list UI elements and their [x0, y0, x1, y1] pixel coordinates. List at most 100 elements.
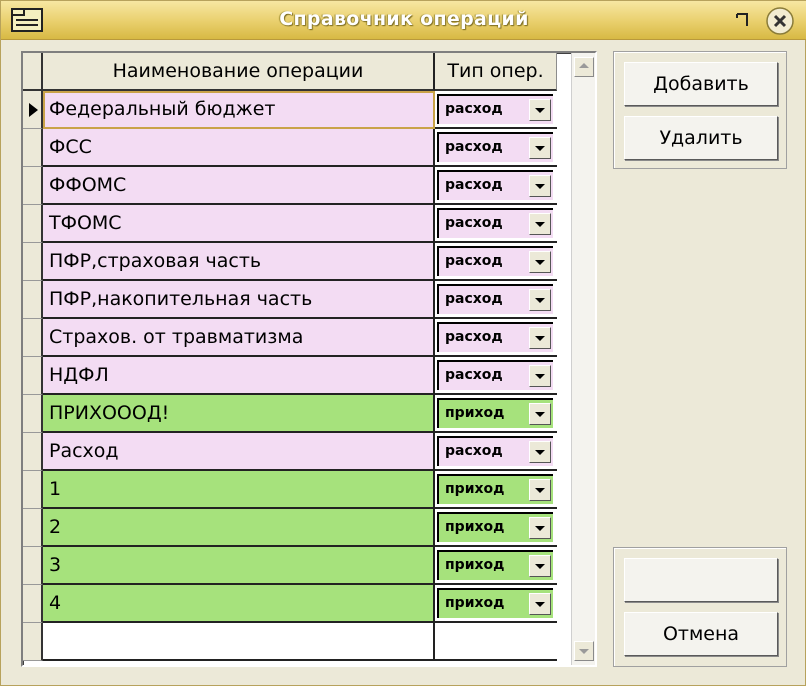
row-indicator[interactable] — [23, 547, 43, 585]
operation-type-cell: расход — [435, 167, 557, 205]
row-indicator[interactable] — [23, 471, 43, 509]
row-indicator[interactable] — [23, 91, 43, 129]
row-indicator[interactable] — [23, 623, 43, 661]
operation-type-cell: расход — [435, 319, 557, 357]
chevron-down-icon[interactable] — [529, 555, 551, 577]
operations-grid: Наименование операции Тип опер. Федераль… — [21, 51, 597, 667]
operation-name-cell[interactable]: Федеральный бюджет — [43, 91, 435, 129]
operation-type-cell: приход — [435, 547, 557, 585]
row-indicator[interactable] — [23, 243, 43, 281]
new-row-type-cell[interactable] — [435, 623, 557, 661]
operation-type-value: приход — [445, 557, 505, 573]
row-indicator[interactable] — [23, 319, 43, 357]
operation-type-cell: расход — [435, 205, 557, 243]
operation-type-cell: расход — [435, 357, 557, 395]
operation-type-cell: приход — [435, 471, 557, 509]
operation-type-value: расход — [445, 291, 503, 307]
save-button — [624, 558, 778, 602]
operation-type-select[interactable]: расход — [437, 170, 553, 200]
chevron-down-icon[interactable] — [529, 441, 551, 463]
chevron-down-icon[interactable] — [529, 175, 551, 197]
chevron-down-icon[interactable] — [529, 517, 551, 539]
operation-type-select[interactable]: приход — [437, 588, 553, 618]
operation-name-cell[interactable]: ПФР,накопительная часть — [43, 281, 435, 319]
operation-type-select[interactable]: расход — [437, 322, 553, 352]
row-indicator[interactable] — [23, 585, 43, 623]
operation-type-value: приход — [445, 481, 505, 497]
row-indicator[interactable] — [23, 281, 43, 319]
operation-type-cell: расход — [435, 129, 557, 167]
operation-name-cell[interactable]: ТФОМС — [43, 205, 435, 243]
row-indicator[interactable] — [23, 205, 43, 243]
grid-corner — [23, 53, 43, 91]
operation-type-value: приход — [445, 405, 505, 421]
row-indicator[interactable] — [23, 433, 43, 471]
operation-type-select[interactable]: расход — [437, 436, 553, 466]
operation-type-cell: расход — [435, 433, 557, 471]
scroll-up-button[interactable] — [574, 57, 594, 77]
chevron-down-icon[interactable] — [529, 479, 551, 501]
chevron-down-icon[interactable] — [529, 365, 551, 387]
operation-name-cell[interactable]: ФФОМС — [43, 167, 435, 205]
operation-type-cell: расход — [435, 281, 557, 319]
chevron-down-icon[interactable] — [529, 99, 551, 121]
operation-type-select[interactable]: приход — [437, 550, 553, 580]
operation-type-value: расход — [445, 329, 503, 345]
operation-type-cell: приход — [435, 395, 557, 433]
operation-type-select[interactable]: расход — [437, 132, 553, 162]
operation-type-select[interactable]: расход — [437, 360, 553, 390]
row-indicator[interactable] — [23, 167, 43, 205]
operation-type-value: расход — [445, 367, 503, 383]
operation-name-cell[interactable]: НДФЛ — [43, 357, 435, 395]
chevron-down-icon[interactable] — [529, 403, 551, 425]
operation-type-select[interactable]: расход — [437, 284, 553, 314]
add-button[interactable]: Добавить — [624, 62, 778, 106]
operation-type-value: приход — [445, 595, 505, 611]
operation-type-select[interactable]: расход — [437, 246, 553, 276]
row-indicator[interactable] — [23, 509, 43, 547]
edit-buttons-panel: Добавить Удалить — [613, 51, 787, 169]
restore-icon[interactable] — [731, 8, 755, 32]
operation-type-cell: приход — [435, 509, 557, 547]
vertical-scrollbar[interactable] — [571, 53, 595, 665]
chevron-down-icon[interactable] — [529, 251, 551, 273]
operation-type-select[interactable]: приход — [437, 474, 553, 504]
chevron-down-icon[interactable] — [529, 327, 551, 349]
scroll-down-button[interactable] — [574, 641, 594, 661]
dialog-buttons-panel: Отмена — [613, 547, 787, 667]
chevron-down-icon[interactable] — [529, 289, 551, 311]
operation-type-value: расход — [445, 253, 503, 269]
operation-name-cell[interactable]: Страхов. от травматизма — [43, 319, 435, 357]
row-indicator[interactable] — [23, 395, 43, 433]
operation-name-cell[interactable]: 2 — [43, 509, 435, 547]
current-row-arrow-icon — [29, 103, 38, 117]
operation-type-select[interactable]: расход — [437, 94, 553, 124]
chevron-down-icon[interactable] — [529, 213, 551, 235]
delete-button[interactable]: Удалить — [624, 116, 778, 160]
new-row-name-cell[interactable] — [43, 623, 435, 661]
operation-name-cell[interactable]: 1 — [43, 471, 435, 509]
operation-name-cell[interactable]: ПФР,страховая часть — [43, 243, 435, 281]
operation-name-cell[interactable]: ПРИХОООД! — [43, 395, 435, 433]
cancel-button[interactable]: Отмена — [624, 612, 778, 656]
operation-name-cell[interactable]: ФСС — [43, 129, 435, 167]
operation-name-cell[interactable]: Расход — [43, 433, 435, 471]
operation-type-value: расход — [445, 215, 503, 231]
operation-type-select[interactable]: расход — [437, 208, 553, 238]
operation-type-select[interactable]: приход — [437, 512, 553, 542]
operation-type-value: расход — [445, 139, 503, 155]
row-indicator[interactable] — [23, 129, 43, 167]
operation-type-cell: приход — [435, 585, 557, 623]
chevron-down-icon[interactable] — [529, 137, 551, 159]
column-header-type[interactable]: Тип опер. — [435, 53, 557, 91]
chevron-down-icon[interactable] — [529, 593, 551, 615]
row-indicator[interactable] — [23, 357, 43, 395]
operation-name-cell[interactable]: 4 — [43, 585, 435, 623]
operation-name-cell[interactable]: 3 — [43, 547, 435, 585]
operation-type-select[interactable]: приход — [437, 398, 553, 428]
close-icon[interactable] — [765, 6, 795, 36]
column-header-name[interactable]: Наименование операции — [43, 53, 435, 91]
reference-window: Справочник операций Наименование операци… — [0, 0, 806, 686]
title-bar[interactable]: Справочник операций — [1, 1, 806, 40]
operation-type-cell: расход — [435, 243, 557, 281]
